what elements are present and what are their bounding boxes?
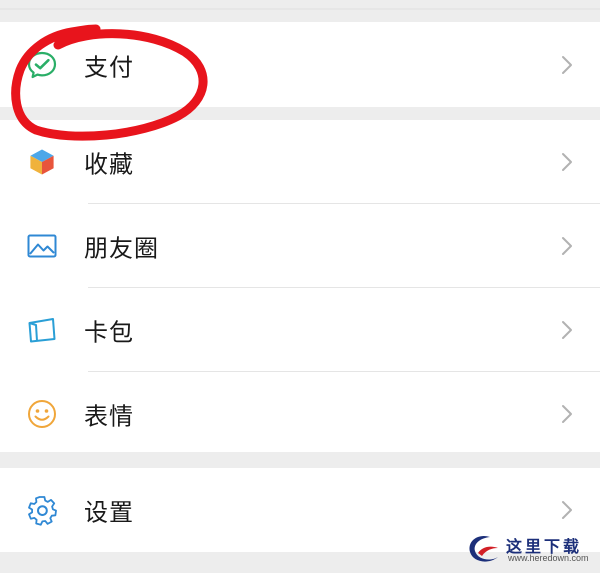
watermark-url: www.heredown.com (508, 553, 589, 563)
menu-item-favorites[interactable]: 收藏 (0, 120, 600, 203)
menu-item-label: 收藏 (84, 150, 134, 178)
main-menu-section: 收藏 朋友圈 卡包 表情 (0, 120, 600, 452)
menu-item-stickers[interactable]: 表情 (0, 372, 600, 455)
menu-item-moments[interactable]: 朋友圈 (0, 204, 600, 287)
wechat-pay-icon (26, 49, 58, 81)
picture-icon (26, 230, 58, 262)
watermark-logo (469, 535, 498, 562)
top-divider (0, 8, 600, 10)
chevron-right-icon (562, 500, 572, 519)
pay-section: 支付 (0, 22, 600, 107)
chevron-right-icon (562, 152, 572, 171)
chevron-right-icon (562, 404, 572, 423)
menu-item-label: 朋友圈 (84, 234, 159, 262)
menu-item-label: 卡包 (84, 318, 134, 346)
menu-item-cards[interactable]: 卡包 (0, 288, 600, 371)
cube-icon (26, 146, 58, 178)
menu-item-label: 支付 (84, 53, 134, 81)
chevron-right-icon (562, 55, 572, 74)
card-wallet-icon (26, 314, 58, 346)
top-spacer (0, 0, 600, 22)
gear-icon (26, 494, 58, 526)
chevron-right-icon (562, 320, 572, 339)
menu-item-label: 表情 (84, 402, 134, 430)
watermark: 这里下载 www.heredown.com (464, 529, 592, 569)
chevron-right-icon (562, 236, 572, 255)
menu-item-label: 设置 (84, 498, 134, 526)
menu-item-pay[interactable]: 支付 (0, 23, 600, 106)
smiley-icon (26, 398, 58, 430)
